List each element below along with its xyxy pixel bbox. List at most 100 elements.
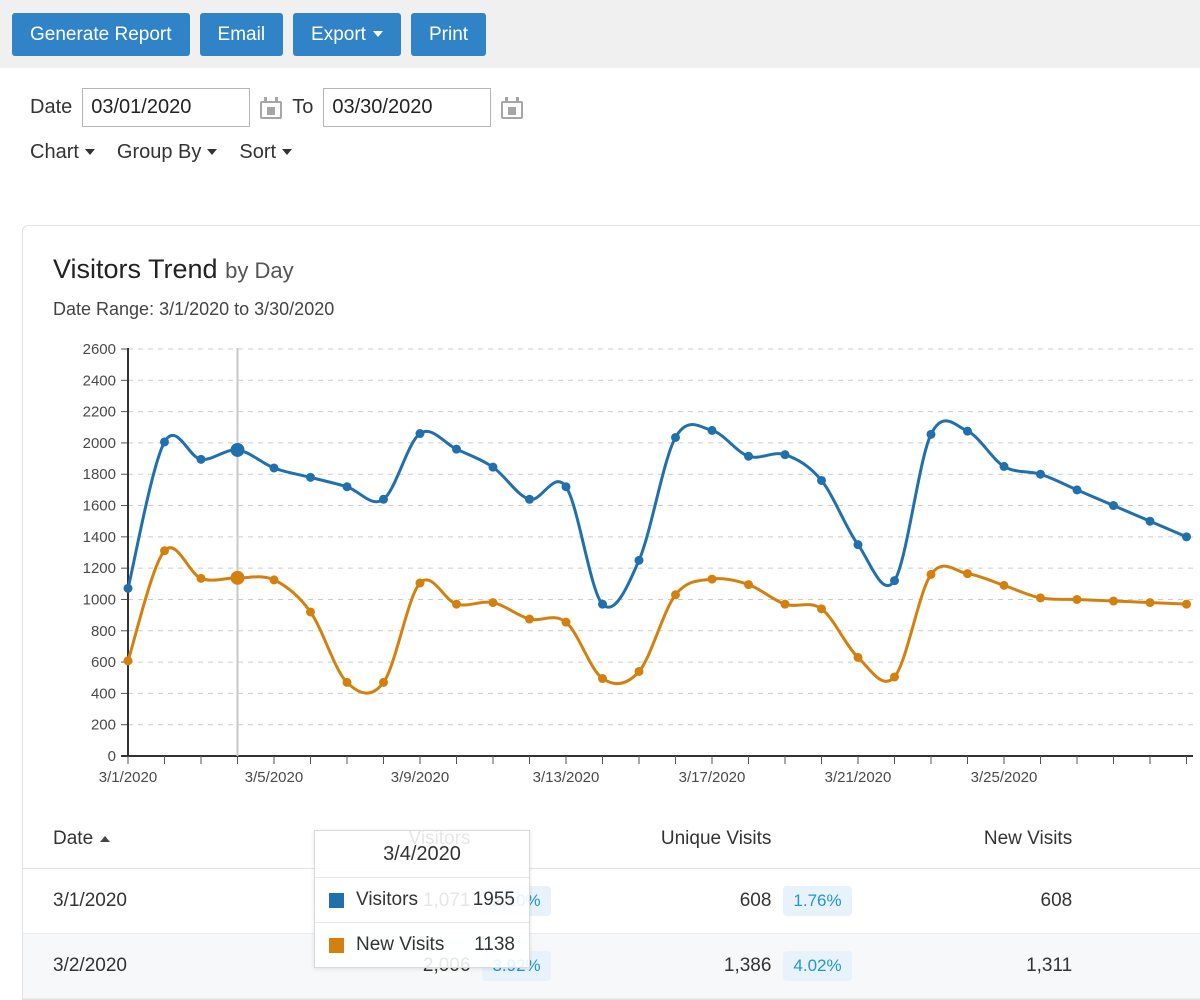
toolbar-button-generate-report[interactable]: Generate Report <box>12 12 190 56</box>
chart-title-main: Visitors Trend <box>53 254 218 284</box>
x-axis-tick-label: 3/9/2020 <box>391 769 449 786</box>
menu-chart[interactable]: Chart <box>30 141 95 164</box>
toolbar-button-export[interactable]: Export <box>293 12 401 56</box>
data-point[interactable] <box>707 425 717 435</box>
toolbar-button-label: Print <box>428 23 469 45</box>
date-range-row: Date To <box>30 88 1170 127</box>
table-header: Date Visitors Unique Visits New Visits <box>23 814 1200 869</box>
date-range-caption: Date Range: 3/1/2020 to 3/30/2020 <box>53 299 335 319</box>
visitors-trend-chart[interactable]: 0 200 400 600 800 1000 1200 1400 1600 1800 2000 220… <box>23 338 1200 968</box>
x-axis-tick-label: 3/21/2020 <box>825 769 892 786</box>
column-header-new-visits[interactable]: New Visits <box>922 814 1073 869</box>
data-point[interactable] <box>160 546 169 556</box>
data-point[interactable] <box>780 450 790 460</box>
data-point[interactable] <box>379 677 388 687</box>
data-point[interactable] <box>671 432 680 442</box>
column-header-unique-pct <box>771 814 923 869</box>
data-point[interactable] <box>634 666 644 676</box>
data-point[interactable] <box>452 599 461 609</box>
data-point[interactable] <box>963 569 972 579</box>
y-axis-tick-label: 1400 <box>83 529 116 546</box>
data-point[interactable] <box>379 494 388 504</box>
data-point[interactable] <box>525 614 534 624</box>
data-point[interactable] <box>1072 485 1082 495</box>
data-point[interactable] <box>853 652 863 662</box>
data-point[interactable] <box>488 598 498 608</box>
x-axis-tick-label: 3/17/2020 <box>679 769 746 786</box>
sort-asc-icon[interactable] <box>100 836 111 842</box>
data-point[interactable] <box>1145 516 1155 526</box>
data-point[interactable] <box>1036 469 1045 479</box>
data-point[interactable] <box>744 580 753 590</box>
data-point[interactable] <box>342 677 352 687</box>
data-point[interactable] <box>744 451 753 461</box>
data-point[interactable] <box>671 590 680 600</box>
menu-sort[interactable]: Sort <box>239 141 293 164</box>
data-point[interactable] <box>634 555 644 565</box>
tooltip-series-name: New Visits <box>356 934 445 955</box>
column-header-date[interactable]: Date <box>23 814 322 869</box>
table-row[interactable]: 3/2/20202,0063.92%1,3864.02%1,311 <box>23 933 1200 999</box>
date-to-input[interactable] <box>323 88 492 127</box>
filter-bar: Date To Chart Group By Sort <box>0 68 1200 164</box>
data-point[interactable] <box>1036 593 1045 603</box>
toolbar-button-email[interactable]: Email <box>199 12 284 56</box>
data-point[interactable] <box>1072 594 1082 604</box>
data-point[interactable] <box>817 604 826 614</box>
tooltip-series-value: 1955 <box>472 889 515 910</box>
data-point[interactable] <box>306 607 315 617</box>
data-point[interactable] <box>230 442 245 457</box>
report-table: Date Visitors Unique Visits New Visits 3… <box>23 814 1200 999</box>
data-point[interactable] <box>269 575 279 585</box>
data-point[interactable] <box>963 426 972 436</box>
data-point[interactable] <box>999 461 1009 471</box>
data-point[interactable] <box>196 573 206 583</box>
menu-group-by[interactable]: Group By <box>117 141 218 164</box>
cell-new-visits: 1,311 <box>922 933 1073 999</box>
data-point[interactable] <box>269 463 279 473</box>
data-point[interactable] <box>999 580 1009 590</box>
calendar-icon-from[interactable] <box>260 96 283 119</box>
data-point[interactable] <box>342 482 352 492</box>
data-point[interactable] <box>1145 598 1155 608</box>
data-point[interactable] <box>890 576 899 586</box>
tooltip-row-visitors: Visitors 1955 <box>315 878 529 922</box>
data-point[interactable] <box>926 429 936 439</box>
data-point[interactable] <box>160 437 169 447</box>
data-point[interactable] <box>1182 532 1191 542</box>
data-point[interactable] <box>123 656 133 666</box>
data-point[interactable] <box>598 674 607 684</box>
column-header-unique-visits[interactable]: Unique Visits <box>621 814 772 869</box>
data-point[interactable] <box>1109 596 1118 606</box>
data-point[interactable] <box>707 574 717 584</box>
data-point[interactable] <box>525 494 534 504</box>
legend-swatch-visitors <box>329 892 344 908</box>
data-point[interactable] <box>1182 599 1191 609</box>
data-point[interactable] <box>452 444 461 454</box>
data-point[interactable] <box>123 583 133 593</box>
data-point[interactable] <box>415 429 425 439</box>
data-point[interactable] <box>853 540 863 550</box>
data-point[interactable] <box>230 570 245 585</box>
toolbar-button-print[interactable]: Print <box>410 12 487 56</box>
data-point[interactable] <box>561 617 571 627</box>
calendar-icon-to[interactable] <box>501 96 524 119</box>
date-from-input[interactable] <box>82 88 251 127</box>
data-point[interactable] <box>598 599 607 609</box>
data-point[interactable] <box>488 462 498 472</box>
table-row[interactable]: 3/1/20201,0712.10%6081.76%608 <box>23 868 1200 934</box>
legend-swatch-new-visits <box>329 937 344 953</box>
data-point[interactable] <box>415 578 425 588</box>
chart-svg[interactable]: 0 200 400 600 800 1000 1200 1400 1600 1800 2000 220… <box>23 338 1200 798</box>
data-point[interactable] <box>196 454 206 464</box>
data-point[interactable] <box>1109 501 1118 511</box>
data-point[interactable] <box>306 472 315 482</box>
cell-unique-visits: 608 <box>621 868 772 934</box>
cell-date: 3/1/2020 <box>23 868 322 934</box>
data-point[interactable] <box>780 599 790 609</box>
y-axis-tick-label: 800 <box>91 623 116 640</box>
data-point[interactable] <box>817 475 826 485</box>
data-point[interactable] <box>926 569 936 579</box>
data-point[interactable] <box>561 482 571 492</box>
data-point[interactable] <box>890 672 899 682</box>
